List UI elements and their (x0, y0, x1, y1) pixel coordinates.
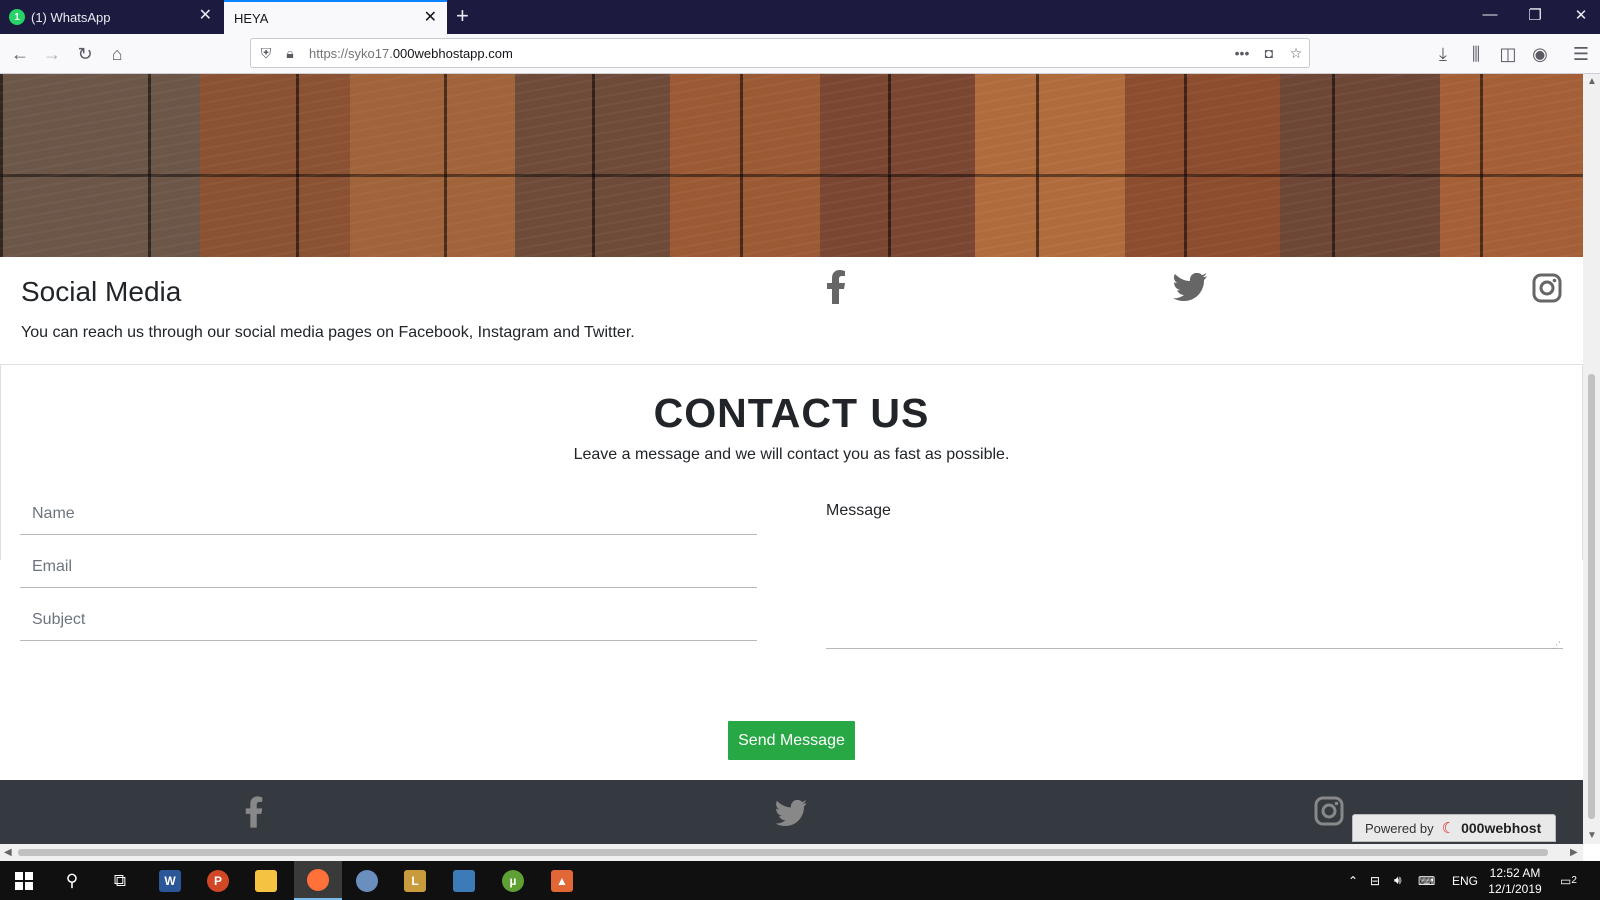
reload-icon[interactable]: ↻ (74, 43, 96, 65)
vertical-scrollbar[interactable]: ▲ ▼ (1583, 74, 1600, 844)
volume-icon[interactable]: 🔊︎ (1394, 861, 1402, 900)
url-domain: 000webhostapp.com (392, 46, 513, 61)
notification-count: 2 (1571, 875, 1577, 886)
tab-title: (1) WhatsApp (31, 9, 111, 25)
contact-title: CONTACT US (653, 390, 930, 436)
footer-instagram-icon[interactable] (1314, 796, 1344, 831)
powered-by-badge[interactable]: Powered by ☾ 000webhost (1352, 814, 1556, 842)
bookmark-star-icon[interactable]: ☆ (1287, 44, 1305, 62)
new-tab-button[interactable]: + (456, 4, 469, 28)
downloads-icon[interactable]: ⤓ (1432, 43, 1454, 65)
webhost-logo-icon: ☾ (1441, 820, 1456, 837)
powered-by-brand: 000webhost (1461, 820, 1542, 836)
show-hidden-icons[interactable]: ⌃ (1348, 861, 1358, 900)
forward-icon[interactable]: → (41, 43, 63, 65)
library-icon[interactable]: ⫼ (1465, 43, 1487, 65)
close-window-icon[interactable]: ✕ (1571, 6, 1591, 24)
facebook-icon[interactable] (824, 270, 848, 309)
firefox-icon[interactable] (294, 861, 342, 900)
twitter-icon[interactable] (1173, 272, 1207, 306)
tab-title: HEYA (234, 10, 269, 26)
notifications-icon[interactable]: ▭ 2 (1560, 861, 1577, 900)
powered-by-text: Powered by (1365, 820, 1434, 836)
email-input[interactable] (20, 546, 757, 588)
search-icon[interactable]: ⚲ (48, 861, 96, 900)
horizontal-scrollbar[interactable]: ◀ ▶ (0, 844, 1583, 861)
tab-whatsapp[interactable]: 1 (1) WhatsApp ✕ (0, 0, 222, 34)
clock-date: 12/1/2019 (1488, 882, 1542, 896)
restore-icon[interactable]: ❐ (1525, 6, 1545, 24)
sidebar-icon[interactable]: ◫ (1497, 43, 1519, 65)
footer-facebook-icon[interactable] (243, 796, 265, 833)
close-tab-icon[interactable]: ✕ (424, 10, 437, 26)
scroll-down-icon[interactable]: ▼ (1587, 830, 1597, 841)
more-actions-icon[interactable]: ••• (1233, 44, 1251, 62)
instagram-icon[interactable] (1532, 273, 1562, 308)
matlab-icon[interactable]: ▲ (538, 861, 586, 900)
tab-heya[interactable]: HEYA ✕ (224, 0, 447, 34)
task-view-icon[interactable]: ⧉ (96, 861, 144, 900)
send-message-button[interactable]: Send Message (728, 721, 855, 760)
app-globe-icon[interactable] (343, 861, 391, 900)
message-textarea[interactable] (826, 529, 1563, 649)
language-indicator[interactable]: ENG (1452, 861, 1478, 900)
back-icon[interactable]: ← (9, 43, 31, 65)
horizontal-scroll-thumb[interactable] (18, 849, 1548, 856)
start-icon[interactable] (0, 861, 48, 900)
home-icon[interactable]: ⌂ (106, 43, 128, 65)
powerpoint-icon[interactable]: P (194, 861, 242, 900)
contact-subtitle: Leave a message and we will contact you … (573, 446, 1010, 463)
browser-titlebar: 1 (1) WhatsApp ✕ HEYA ✕ + — ❐ ✕ (0, 0, 1600, 34)
word-icon[interactable]: W (146, 861, 194, 900)
social-media-text: You can reach us through our social medi… (21, 324, 635, 341)
footer-twitter-icon[interactable] (775, 799, 807, 831)
windows-taskbar: ⚲ ⧉ W P L µ ▲ ⌃ ⊟ 🔊︎ ⌨ ENG 12:52 AM 12/1… (0, 861, 1600, 900)
close-tab-icon[interactable]: ✕ (199, 8, 212, 24)
file-explorer-icon[interactable] (242, 861, 290, 900)
lock-icon[interactable]: 🔒︎ (281, 44, 299, 62)
social-media-title: Social Media (21, 276, 182, 307)
scroll-up-icon[interactable]: ▲ (1587, 76, 1597, 87)
photos-icon[interactable] (440, 861, 488, 900)
subject-input[interactable] (20, 599, 757, 641)
minimize-icon[interactable]: — (1480, 6, 1500, 23)
scroll-left-icon[interactable]: ◀ (4, 847, 12, 858)
clock[interactable]: 12:52 AM 12/1/2019 (1484, 865, 1546, 897)
page-viewport: Social Media You can reach us through ou… (0, 74, 1583, 844)
pocket-icon[interactable]: ◘ (1260, 44, 1278, 62)
url-text[interactable]: https://syko17.000webhostapp.com (309, 46, 513, 61)
account-icon[interactable]: ◉ (1529, 43, 1551, 65)
keyboard-icon[interactable]: ⌨ (1418, 861, 1435, 900)
clock-time: 12:52 AM (1489, 866, 1541, 880)
network-icon[interactable]: ⊟ (1370, 861, 1380, 900)
utorrent-icon[interactable]: µ (489, 861, 537, 900)
wood-banner-image (0, 74, 1583, 257)
navigation-bar: ← → ↻ ⌂ ⛨ 🔒︎ https://syko17.000webhostap… (0, 34, 1600, 74)
vertical-scroll-thumb[interactable] (1588, 374, 1595, 819)
url-prefix: https://syko17. (309, 46, 393, 61)
address-bar[interactable]: ⛨ 🔒︎ https://syko17.000webhostapp.com ••… (250, 38, 1310, 68)
menu-icon[interactable]: ☰ (1570, 43, 1592, 65)
shield-icon[interactable]: ⛨ (257, 44, 275, 62)
scroll-right-icon[interactable]: ▶ (1570, 847, 1578, 858)
whatsapp-icon: 1 (9, 9, 25, 25)
league-icon[interactable]: L (391, 861, 439, 900)
resize-grip-icon[interactable]: ⋰ (1552, 640, 1561, 651)
name-input[interactable] (20, 493, 757, 535)
message-label: Message (826, 502, 891, 519)
